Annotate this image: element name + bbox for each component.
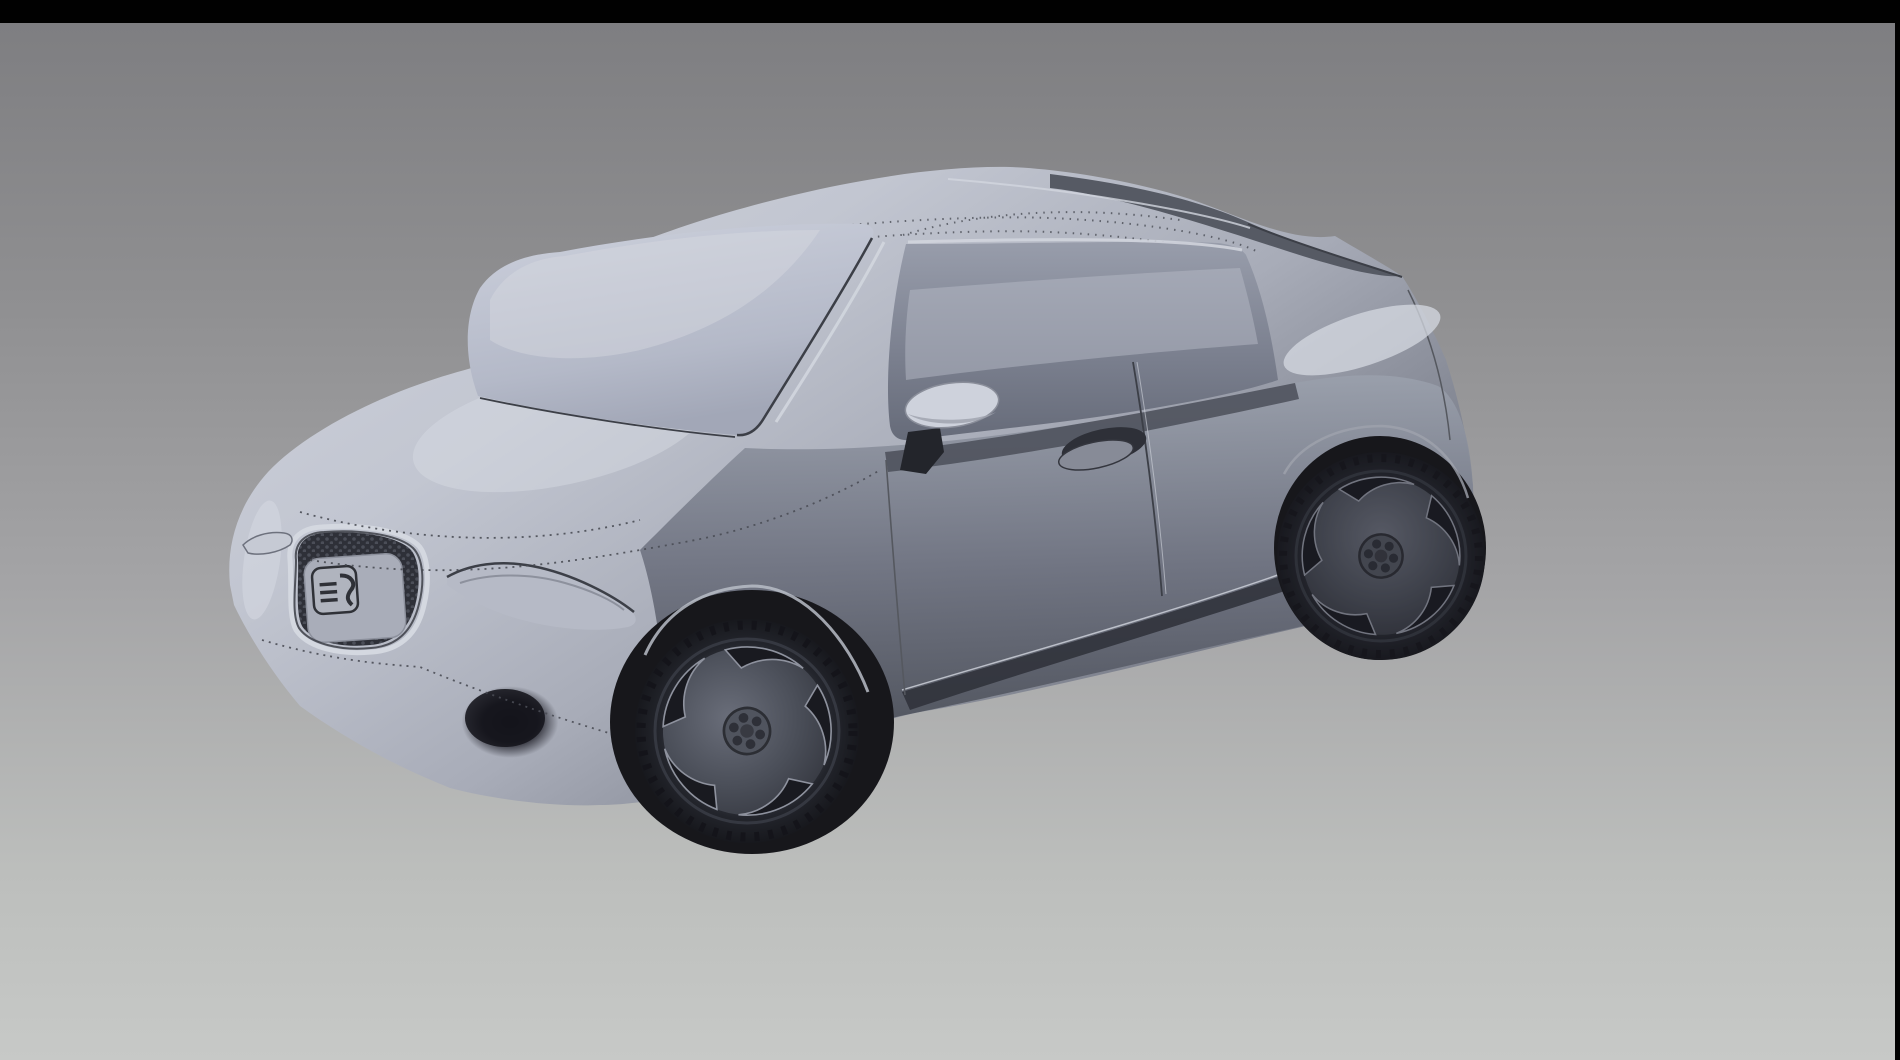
- fog-intake: [465, 689, 545, 747]
- viewport-3d[interactable]: [0, 0, 1900, 1060]
- top-letterbox-bar: [0, 0, 1900, 23]
- right-letterbox-strip: [1895, 0, 1900, 1060]
- seat-badge-icon: [311, 566, 358, 615]
- screen: [0, 0, 1900, 1060]
- car-render: [0, 0, 1900, 1060]
